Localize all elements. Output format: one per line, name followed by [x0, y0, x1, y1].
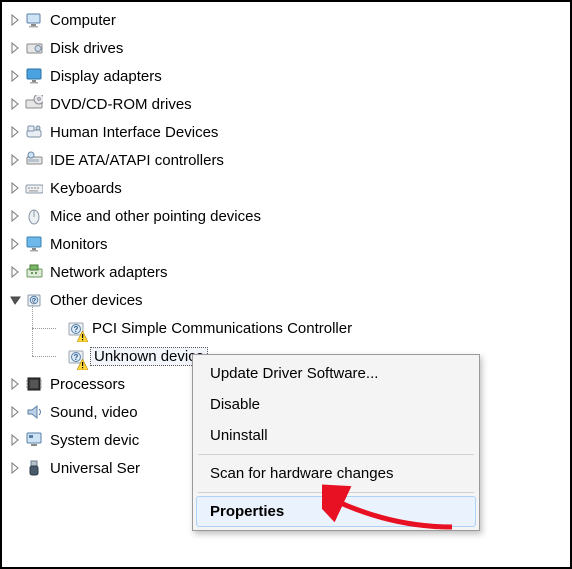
usb-icon	[24, 458, 44, 478]
unknown-device-icon	[66, 346, 86, 366]
disk-icon	[24, 38, 44, 58]
tree-label: Processors	[48, 375, 127, 394]
tree-item-mice[interactable]: Mice and other pointing devices	[8, 202, 570, 230]
expand-icon[interactable]	[8, 153, 22, 167]
tree-label: Computer	[48, 11, 118, 30]
expand-icon[interactable]	[8, 97, 22, 111]
tree-label: Network adapters	[48, 263, 170, 282]
expand-icon[interactable]	[8, 69, 22, 83]
menu-separator	[198, 454, 474, 455]
tree-label: Sound, video	[48, 403, 140, 422]
tree-item-network[interactable]: Network adapters	[8, 258, 570, 286]
tree-item-disk-drives[interactable]: Disk drives	[8, 34, 570, 62]
tree-item-computer[interactable]: Computer	[8, 6, 570, 34]
monitor-icon	[24, 234, 44, 254]
tree-label: PCI Simple Communications Controller	[90, 319, 354, 338]
tree-label: Mice and other pointing devices	[48, 207, 263, 226]
tree-label: Human Interface Devices	[48, 123, 220, 142]
warning-overlay-icon	[77, 329, 88, 340]
menu-properties[interactable]: Properties	[196, 496, 476, 527]
expand-icon[interactable]	[8, 405, 22, 419]
display-adapter-icon	[24, 66, 44, 86]
menu-update-driver[interactable]: Update Driver Software...	[196, 358, 476, 389]
expand-icon[interactable]	[8, 209, 22, 223]
other-devices-icon	[24, 290, 44, 310]
tree-item-pci[interactable]: PCI Simple Communications Controller	[8, 314, 570, 342]
expand-icon[interactable]	[8, 13, 22, 27]
tree-label: Monitors	[48, 235, 110, 254]
ide-icon	[24, 150, 44, 170]
tree-label: Disk drives	[48, 39, 125, 58]
sound-icon	[24, 402, 44, 422]
menu-scan-hardware[interactable]: Scan for hardware changes	[196, 458, 476, 489]
tree-item-dvd[interactable]: DVD/CD-ROM drives	[8, 90, 570, 118]
expand-icon[interactable]	[8, 265, 22, 279]
collapse-icon[interactable]	[8, 293, 22, 307]
tree-label: DVD/CD-ROM drives	[48, 95, 194, 114]
tree-label: Other devices	[48, 291, 145, 310]
menu-uninstall[interactable]: Uninstall	[196, 420, 476, 451]
computer-icon	[24, 10, 44, 30]
tree-item-hid[interactable]: Human Interface Devices	[8, 118, 570, 146]
mouse-icon	[24, 206, 44, 226]
tree-label-selected: Unknown device	[90, 347, 208, 366]
processor-icon	[24, 374, 44, 394]
expand-icon[interactable]	[8, 433, 22, 447]
tree-label: Universal Ser	[48, 459, 142, 478]
expand-icon[interactable]	[8, 41, 22, 55]
tree-item-other-devices[interactable]: Other devices	[8, 286, 570, 314]
tree-item-keyboards[interactable]: Keyboards	[8, 174, 570, 202]
tree-item-ide[interactable]: IDE ATA/ATAPI controllers	[8, 146, 570, 174]
expand-icon[interactable]	[8, 125, 22, 139]
tree-item-monitors[interactable]: Monitors	[8, 230, 570, 258]
menu-disable[interactable]: Disable	[196, 389, 476, 420]
hid-icon	[24, 122, 44, 142]
tree-item-display-adapters[interactable]: Display adapters	[8, 62, 570, 90]
dvd-icon	[24, 94, 44, 114]
expand-icon[interactable]	[8, 461, 22, 475]
expand-icon[interactable]	[8, 181, 22, 195]
tree-label: System devic	[48, 431, 141, 450]
keyboard-icon	[24, 178, 44, 198]
context-menu: Update Driver Software... Disable Uninst…	[192, 354, 480, 531]
tree-connector	[28, 342, 66, 370]
menu-separator	[198, 492, 474, 493]
network-icon	[24, 262, 44, 282]
unknown-device-icon	[66, 318, 86, 338]
warning-overlay-icon	[77, 357, 88, 368]
tree-label: IDE ATA/ATAPI controllers	[48, 151, 226, 170]
expand-icon[interactable]	[8, 377, 22, 391]
system-icon	[24, 430, 44, 450]
expand-icon[interactable]	[8, 237, 22, 251]
tree-label: Display adapters	[48, 67, 164, 86]
tree-label: Keyboards	[48, 179, 124, 198]
